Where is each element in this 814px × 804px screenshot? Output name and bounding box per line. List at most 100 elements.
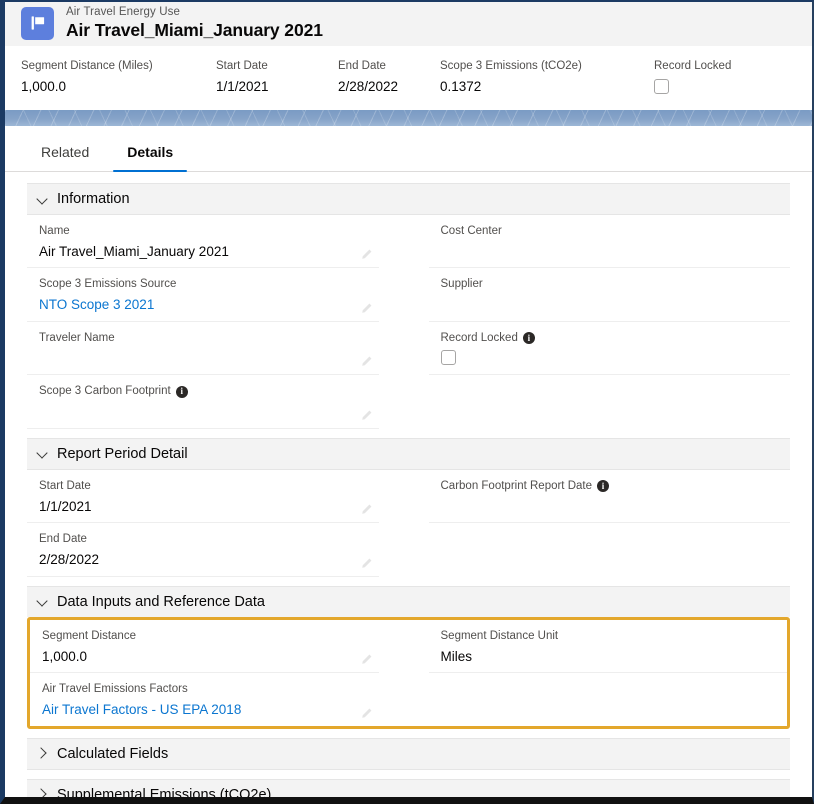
header-field-value: 0.1372 — [440, 79, 482, 94]
field-segment-distance[interactable]: Segment Distance 1,000.0 — [30, 620, 379, 674]
info-icon[interactable]: i — [175, 385, 188, 398]
section-title: Supplemental Emissions (tCO2e) — [57, 786, 272, 803]
field-supplier[interactable]: Supplier — [428, 268, 790, 322]
field-segment-distance-unit[interactable]: Segment Distance Unit Miles — [428, 620, 787, 674]
field-label: Segment Distance — [42, 629, 353, 644]
edit-pencil-icon[interactable] — [360, 302, 373, 315]
header-field-value: 2/28/2022 — [338, 79, 399, 94]
field-carbon-footprint-report-date[interactable]: Carbon Footprint Report Date i — [428, 470, 790, 524]
field-label-text: Segment Distance — [42, 629, 136, 642]
field-value: 2/28/2022 — [39, 552, 100, 568]
field-label: End Date — [39, 532, 353, 547]
field-label: Scope 3 Emissions Source — [39, 277, 353, 292]
field-value — [39, 403, 353, 421]
field-label-text: Start Date — [39, 479, 91, 492]
field-scope3-emissions-source[interactable]: Scope 3 Emissions Source NTO Scope 3 202… — [27, 268, 379, 322]
field-scope3-carbon-footprint[interactable]: Scope 3 Carbon Footprint i — [27, 375, 379, 429]
field-grid-data-inputs: Segment Distance 1,000.0 Air Travel Emis… — [30, 620, 787, 726]
edit-pencil-icon[interactable] — [360, 503, 373, 516]
field-value: Miles — [440, 648, 473, 664]
field-value-wrap — [440, 349, 765, 367]
record-highlights-panel: Air Travel Energy Use Air Travel_Miami_J… — [5, 2, 812, 110]
field-column-left: Segment Distance 1,000.0 Air Travel Emis… — [30, 620, 409, 726]
record-locked-checkbox[interactable] — [440, 349, 456, 365]
field-value-link[interactable]: Air Travel Factors - US EPA 2018 — [42, 701, 353, 719]
header-field-value-wrap — [654, 79, 774, 94]
header-field-value: 1/1/2021 — [216, 79, 269, 94]
field-label-text: Segment Distance Unit — [440, 629, 559, 642]
field-label: Carbon Footprint Report Date i — [441, 479, 765, 494]
section-report-period-detail: Report Period Detail Start Date 1/1/2021 — [27, 437, 791, 577]
field-label-text: Traveler Name — [39, 331, 115, 344]
field-label: Start Date — [39, 479, 353, 494]
edit-pencil-icon[interactable] — [360, 653, 373, 666]
section-data-inputs-and-reference-data: Data Inputs and Reference Data Segment D… — [27, 585, 790, 729]
record-detail-page: Air Travel Energy Use Air Travel_Miami_J… — [0, 0, 814, 804]
edit-pencil-icon[interactable] — [360, 707, 373, 720]
field-air-travel-emissions-factors[interactable]: Air Travel Emissions Factors Air Travel … — [30, 673, 379, 725]
field-label: Name — [39, 224, 353, 239]
header-field-label: Segment Distance (Miles) — [21, 60, 153, 72]
field-traveler-name[interactable]: Traveler Name — [27, 322, 379, 376]
info-icon[interactable]: i — [522, 332, 535, 345]
field-label: Cost Center — [441, 224, 765, 239]
edit-pencil-icon[interactable] — [360, 355, 373, 368]
header-field-label: End Date — [338, 60, 386, 72]
background-band — [5, 110, 812, 126]
details-panel: Information Name Air Travel_Miami_Januar… — [5, 172, 812, 803]
field-name[interactable]: Name Air Travel_Miami_January 2021 — [27, 215, 379, 269]
header-field-scope3-emissions: Scope 3 Emissions (tCO2e) 0.1372 — [440, 60, 654, 94]
field-label: Record Locked i — [441, 331, 765, 346]
info-icon[interactable]: i — [597, 480, 609, 493]
field-label-text: Scope 3 Emissions Source — [39, 278, 177, 291]
edit-pencil-icon[interactable] — [360, 409, 373, 422]
tab-related[interactable]: Related — [27, 144, 103, 171]
section-title: Information — [57, 191, 130, 207]
field-grid-information: Name Air Travel_Miami_January 2021 Scope… — [27, 215, 790, 429]
tab-details[interactable]: Details — [113, 144, 188, 172]
field-label-text: Scope 3 Carbon Footprint — [39, 385, 171, 398]
field-label: Scope 3 Carbon Footprint i — [39, 384, 353, 399]
section-header-supplemental-emissions[interactable]: Supplemental Emissions (tCO2e) — [27, 778, 790, 803]
edit-pencil-icon[interactable] — [360, 557, 373, 570]
field-value — [39, 350, 353, 368]
field-value-link[interactable]: NTO Scope 3 2021 — [39, 296, 353, 314]
header-field-label: Scope 3 Emissions (tCO2e) — [440, 60, 582, 72]
field-label-text: Name — [39, 225, 70, 237]
field-label: Segment Distance Unit — [441, 629, 762, 644]
record-header-top: Air Travel Energy Use Air Travel_Miami_J… — [5, 2, 812, 46]
field-end-date[interactable]: End Date 2/28/2022 — [27, 523, 379, 577]
field-value — [441, 296, 765, 314]
flag-icon — [21, 6, 54, 40]
field-column-right: Cost Center Supplier Record Locked i — [409, 215, 791, 429]
field-column-right: Segment Distance Unit Miles — [409, 620, 788, 726]
field-value — [441, 498, 765, 516]
record-locked-checkbox[interactable] — [654, 79, 669, 94]
section-header-information[interactable]: Information — [27, 183, 790, 215]
header-field-label: Record Locked — [654, 60, 732, 72]
field-label-text: Supplier — [440, 278, 483, 291]
section-title: Report Period Detail — [57, 445, 188, 462]
section-header-report-period-detail[interactable]: Report Period Detail — [27, 437, 790, 470]
field-column-left: Start Date 1/1/2021 End Date 2/28/2022 — [27, 470, 409, 577]
header-field-start-date: Start Date 1/1/2021 — [216, 60, 338, 94]
field-value: 1,000.0 — [42, 648, 88, 664]
field-label-text: End Date — [39, 533, 87, 546]
highlight-annotation-box: Segment Distance 1,000.0 Air Travel Emis… — [27, 616, 790, 729]
field-label: Air Travel Emissions Factors — [42, 682, 353, 697]
chevron-down-icon — [37, 194, 48, 205]
field-start-date[interactable]: Start Date 1/1/2021 — [27, 470, 379, 524]
edit-pencil-icon[interactable] — [360, 248, 373, 261]
field-spacer — [429, 375, 791, 414]
field-column-left: Name Air Travel_Miami_January 2021 Scope… — [27, 215, 409, 429]
record-header-titles: Air Travel Energy Use Air Travel_Miami_J… — [66, 6, 323, 40]
section-title: Calculated Fields — [57, 745, 169, 762]
section-header-data-inputs[interactable]: Data Inputs and Reference Data — [27, 585, 790, 617]
header-field-value: 1,000.0 — [21, 79, 67, 94]
field-record-locked[interactable]: Record Locked i — [428, 322, 790, 375]
section-header-calculated-fields[interactable]: Calculated Fields — [27, 737, 790, 770]
field-spacer — [429, 523, 791, 562]
field-cost-center[interactable]: Cost Center — [428, 215, 790, 269]
field-spacer — [429, 673, 788, 712]
field-label: Supplier — [441, 277, 765, 292]
